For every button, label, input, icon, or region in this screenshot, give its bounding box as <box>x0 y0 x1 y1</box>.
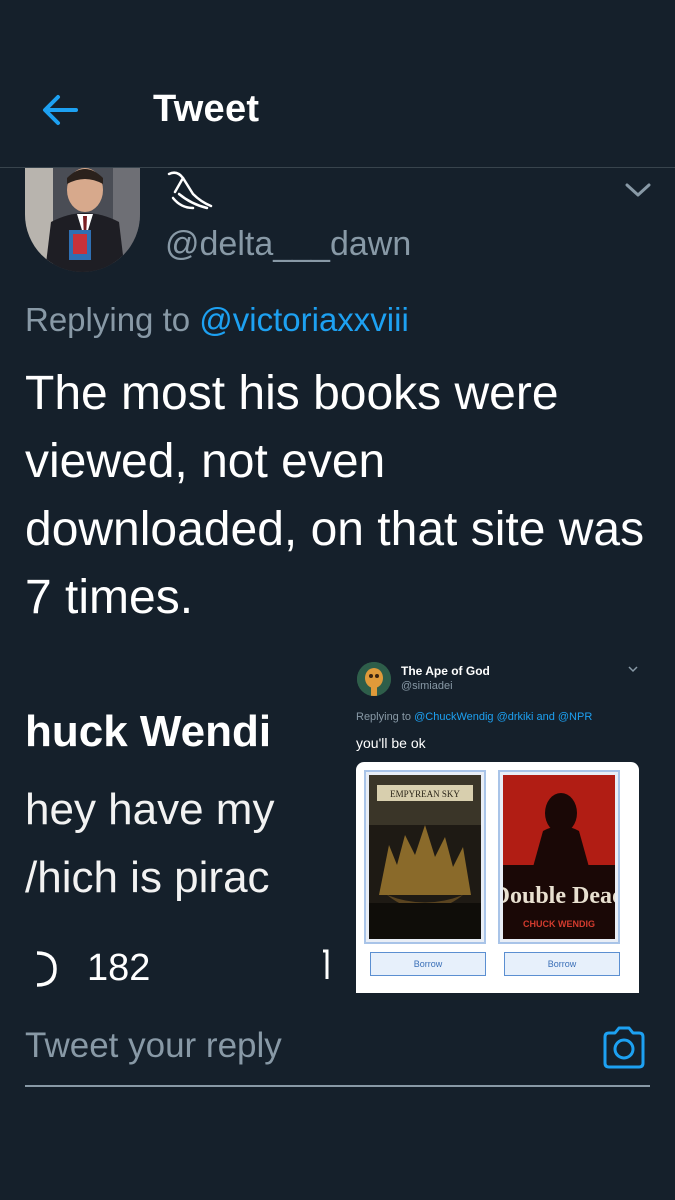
avatar[interactable] <box>25 168 140 272</box>
embedded-text-line: /hich is pirac <box>25 853 270 902</box>
chevron-down-icon <box>628 666 638 673</box>
attached-image-right[interactable]: The Ape of God @simiadei Replying to @Ch… <box>340 655 650 993</box>
book-card: EMPYREAN SKY Double Dead CHUCK WENDIG Bo… <box>356 762 639 993</box>
embedded-text-line: hey have my <box>25 785 275 834</box>
embedded-mentions: @ChuckWendig @drkiki and @NPR <box>414 711 593 723</box>
top-bar: Tweet <box>0 0 675 168</box>
retweet-icon <box>323 949 329 979</box>
reply-icon <box>36 951 57 987</box>
page-title: Tweet <box>153 88 260 130</box>
avatar <box>357 662 391 696</box>
replying-prefix: Replying to <box>25 301 200 338</box>
chevron-down-icon[interactable] <box>622 178 654 202</box>
reply-underline <box>25 1085 650 1087</box>
book-author: CHUCK WENDIG <box>523 919 595 929</box>
replying-to: Replying to @victoriaxxviii <box>25 301 409 339</box>
borrow-button[interactable]: Borrow <box>370 952 486 976</box>
book-title: EMPYREAN SKY <box>390 789 460 799</box>
author-handle[interactable]: @delta___dawn <box>165 225 411 264</box>
attached-image-left[interactable]: huck Wendi hey have my /hich is pirac 18… <box>25 655 335 993</box>
book-cover: Double Dead CHUCK WENDIG <box>498 770 620 944</box>
display-name-glyph <box>167 171 213 210</box>
tweet-text: The most his books were viewed, not even… <box>25 367 645 624</box>
embedded-handle: @simiadei <box>401 680 453 692</box>
reply-count: 182 <box>87 947 151 989</box>
arrow-left-icon[interactable] <box>38 88 82 132</box>
book-cover: EMPYREAN SKY <box>364 770 486 944</box>
embedded-display-name: The Ape of God <box>401 664 490 678</box>
reply-input[interactable]: Tweet your reply <box>25 1026 282 1066</box>
camera-icon[interactable] <box>601 1025 647 1069</box>
book-title: Double Dead <box>503 883 615 909</box>
embedded-name: huck Wendi <box>25 707 272 756</box>
borrow-button[interactable]: Borrow <box>504 952 620 976</box>
embedded-tweet-text: you'll be ok <box>356 735 426 751</box>
embedded-replying-to: Replying to @ChuckWendig @drkiki and @NP… <box>356 711 592 723</box>
embedded-replying-prefix: Replying to <box>356 711 415 723</box>
replying-mention-link[interactable]: @victoriaxxviii <box>199 301 409 338</box>
